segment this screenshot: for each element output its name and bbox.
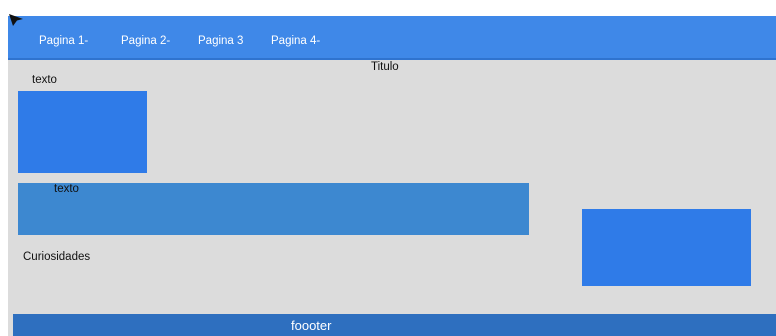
text-bar: texto (18, 183, 529, 235)
blue-box-left (18, 91, 147, 173)
blue-box-right (582, 209, 751, 286)
nav-link-pagina-4[interactable]: Pagina 4- (271, 34, 320, 48)
nav-link-pagina-2[interactable]: Pagina 2- (121, 34, 170, 48)
text-label: texto (32, 74, 57, 86)
nav-link-pagina-3[interactable]: Pagina 3 (198, 34, 243, 48)
footer-text: foooter (291, 318, 332, 333)
text-bar-label: texto (54, 183, 79, 195)
page-title: Titulo (371, 61, 399, 73)
curiosidades-label: Curiosidades (23, 251, 91, 263)
navbar: Pagina 1- Pagina 2- Pagina 3 Pagina 4- (8, 16, 776, 60)
nav-link-pagina-1[interactable]: Pagina 1- (39, 34, 88, 48)
cursor-arrow-icon (9, 14, 23, 26)
footer: foooter (13, 314, 776, 336)
page: Pagina 1- Pagina 2- Pagina 3 Pagina 4- T… (8, 16, 776, 336)
